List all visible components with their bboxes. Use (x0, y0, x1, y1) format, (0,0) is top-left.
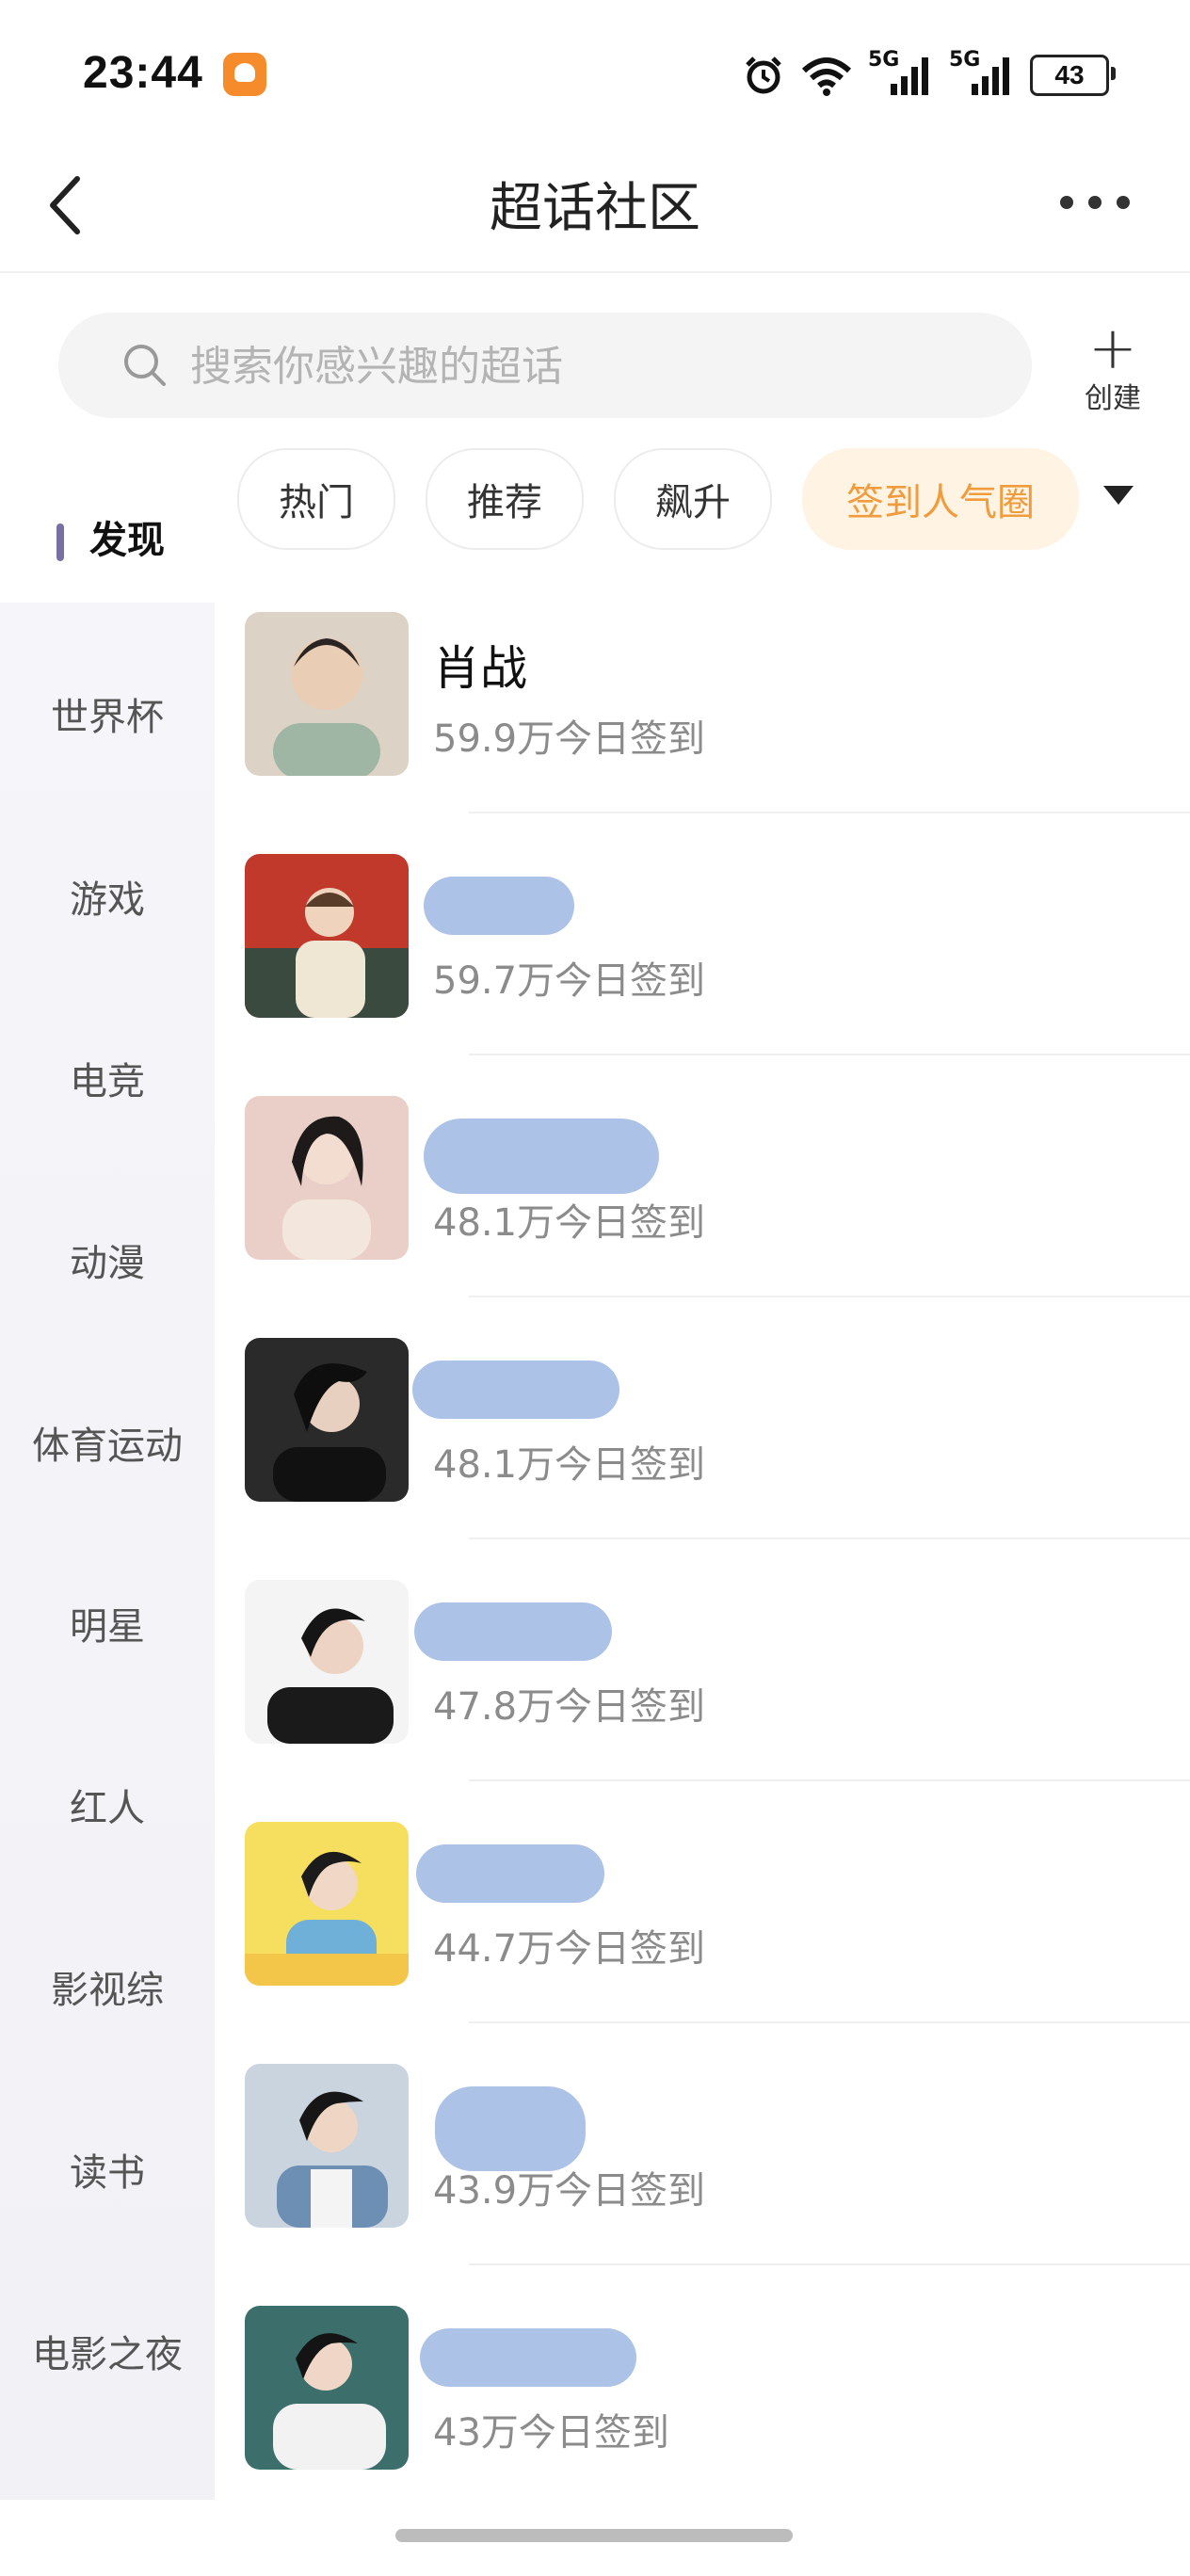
sidebar-item-label: 电竞 (70, 1060, 145, 1103)
sidebar-item-sports[interactable]: 体育运动 (0, 1386, 215, 1499)
topic-avatar (245, 2064, 409, 2228)
sidebar-item-influencers[interactable]: 红人 (0, 1748, 215, 1861)
sidebar-item-label: 游戏 (70, 878, 145, 922)
sidebar-item-film-tv[interactable]: 影视综 (0, 1930, 215, 2043)
topic-name: 肖战 (433, 641, 527, 696)
sidebar-item-games[interactable]: 游戏 (0, 840, 215, 953)
masked-name (416, 1844, 604, 1903)
masked-name (412, 1360, 619, 1419)
topic-avatar (245, 1338, 409, 1502)
chip-recommended[interactable]: 推荐 (426, 448, 584, 550)
list-item[interactable]: 48.1万今日签到 (215, 1087, 1190, 1328)
search-icon (124, 345, 166, 386)
sidebar-item-movie-night[interactable]: 电影之夜 (0, 2294, 215, 2407)
sidebar-item-world-cup[interactable]: 世界杯 (0, 657, 215, 770)
topic-avatar (245, 1580, 409, 1744)
search-input[interactable] (188, 339, 964, 394)
sidebar-item-label: 红人 (70, 1787, 145, 1830)
chip-hot[interactable]: 热门 (237, 448, 395, 550)
masked-name (435, 2086, 586, 2171)
masked-name (414, 1602, 612, 1661)
system-icons: 5G 5G 43 (742, 47, 1116, 104)
topic-avatar (245, 854, 409, 1018)
topic-avatar (245, 612, 409, 776)
cell-signal-2: 5G (949, 48, 1015, 99)
divider (469, 2021, 1190, 2023)
search-row: + 创建 (0, 282, 1190, 433)
chip-label: 推荐 (467, 481, 542, 524)
status-bar: 23:44 5G 5G 43 (0, 0, 1190, 141)
masked-name (420, 2328, 636, 2387)
sidebar-item-label: 发现 (89, 519, 165, 562)
list-item[interactable]: 47.8万今日签到 (215, 1570, 1190, 1812)
checkin-count: 48.1万今日签到 (433, 1443, 706, 1487)
wifi-icon (801, 57, 852, 96)
create-button[interactable]: + 创建 (1073, 314, 1152, 418)
checkin-count: 48.1万今日签到 (433, 1201, 706, 1245)
cell-signal-1: 5G (868, 48, 934, 99)
chip-rising[interactable]: 飙升 (614, 448, 772, 550)
divider (469, 1296, 1190, 1297)
divider (469, 1054, 1190, 1055)
masked-name (424, 1119, 659, 1194)
dropdown-arrow-icon[interactable] (1102, 482, 1135, 508)
sidebar-item-label: 世界杯 (51, 696, 164, 739)
chip-label: 热门 (279, 481, 354, 524)
app-notification-icon (223, 53, 266, 96)
sidebar-item-label: 动漫 (70, 1242, 145, 1285)
sidebar-item-esports[interactable]: 电竞 (0, 1022, 215, 1135)
alarm-icon (746, 56, 781, 94)
list-item[interactable]: 59.7万今日签到 (215, 845, 1190, 1087)
list-item[interactable]: 44.7万今日签到 (215, 1812, 1190, 2054)
sidebar-item-label: 体育运动 (32, 1425, 183, 1468)
more-options-icon[interactable] (1053, 188, 1137, 217)
battery-indicator: 43 (1030, 55, 1116, 96)
divider (469, 1538, 1190, 1539)
nav-bar: 超话社区 (0, 141, 1190, 273)
checkin-count: 43.9万今日签到 (433, 2169, 706, 2213)
topic-avatar (245, 1096, 409, 1260)
create-label: 创建 (1085, 382, 1141, 415)
topic-avatar (245, 2306, 409, 2470)
signal-bars-icon (891, 57, 928, 95)
topic-avatar (245, 1822, 409, 1986)
category-sidebar: 发现 世界杯 游戏 电竞 动漫 体育运动 明星 红人 影视综 读书 电影之夜 (0, 433, 215, 2500)
sidebar-item-label: 影视综 (51, 1969, 164, 2012)
sidebar-item-stars[interactable]: 明星 (0, 1567, 215, 1680)
checkin-count: 43万今日签到 (433, 2411, 669, 2455)
checkin-count: 44.7万今日签到 (433, 1927, 706, 1971)
list-item[interactable]: 43万今日签到 (215, 2296, 1190, 2538)
checkin-count: 59.7万今日签到 (433, 959, 706, 1003)
signal-bars-icon (972, 57, 1009, 95)
chip-label: 签到人气圈 (846, 481, 1035, 524)
sidebar-item-reading[interactable]: 读书 (0, 2113, 215, 2226)
sidebar-item-label: 读书 (70, 2151, 145, 2195)
page-title: 超话社区 (490, 178, 700, 239)
search-box[interactable] (58, 313, 1032, 418)
sidebar-item-label: 明星 (70, 1605, 145, 1649)
sidebar-item-anime[interactable]: 动漫 (0, 1203, 215, 1316)
list-item[interactable]: 48.1万今日签到 (215, 1328, 1190, 1570)
plus-icon: + (1088, 314, 1137, 382)
divider (469, 2263, 1190, 2265)
divider (469, 1779, 1190, 1781)
masked-name (424, 877, 574, 935)
list-item[interactable]: 肖战 59.9万今日签到 (215, 603, 1190, 845)
list-item[interactable]: 43.9万今日签到 (215, 2054, 1190, 2296)
home-indicator[interactable] (395, 2529, 793, 2542)
checkin-count: 47.8万今日签到 (433, 1685, 706, 1729)
checkin-count: 59.9万今日签到 (433, 717, 706, 761)
divider (469, 812, 1190, 813)
chip-checkin-popular[interactable]: 签到人气圈 (802, 448, 1079, 550)
sidebar-item-discover[interactable]: 发现 (11, 480, 215, 593)
chip-label: 飙升 (655, 481, 731, 524)
status-time: 23:44 (83, 48, 203, 98)
sidebar-item-label: 电影之夜 (32, 2333, 183, 2376)
